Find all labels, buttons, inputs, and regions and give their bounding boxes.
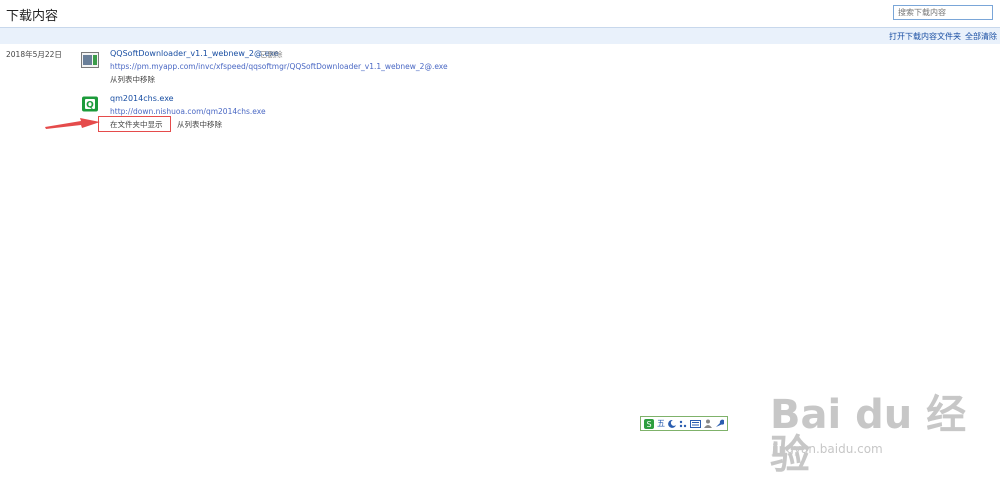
watermark-url: jingyan.baidu.com	[772, 442, 883, 456]
remove-from-list-link-2[interactable]: 从列表中移除	[177, 119, 222, 130]
date-label: 2018年5月22日	[6, 50, 62, 59]
user-icon[interactable]	[704, 419, 712, 428]
deleted-status: 已删除	[260, 50, 283, 59]
input-method-logo-icon: S	[644, 418, 654, 429]
svg-text:Q: Q	[86, 101, 94, 111]
toolbar: 打开下载内容文件夹 全部清除	[0, 28, 1000, 44]
wrench-icon[interactable]	[715, 419, 724, 428]
search-input[interactable]	[893, 5, 993, 20]
wubi-mode-label[interactable]: 五	[657, 418, 665, 429]
green-q-installer-icon: Q	[82, 96, 98, 112]
keyboard-icon[interactable]	[690, 419, 701, 428]
punctuation-icon[interactable]	[679, 420, 687, 428]
ime-toolbar[interactable]: S 五	[640, 416, 728, 431]
download-url-1[interactable]: https://pm.myapp.com/invc/xfspeed/qqsoft…	[110, 62, 448, 71]
annotation-arrow-icon	[45, 118, 100, 129]
download-url-2[interactable]: http://down.nishuoa.com/qm2014chs.exe	[110, 107, 266, 116]
header-bar: 下载内容	[0, 0, 1000, 28]
clear-all-link[interactable]: 全部清除	[965, 31, 997, 42]
watermark-logo-text: Bai du 经验	[770, 392, 967, 478]
open-download-folder-link[interactable]: 打开下载内容文件夹	[889, 31, 961, 42]
annotation-highlight-box	[98, 116, 171, 132]
download-filename-2[interactable]: qm2014chs.exe	[110, 94, 174, 103]
svg-text:S: S	[646, 420, 651, 429]
baidu-jingyan-watermark: Bai du 经验 jingyan.baidu.com	[770, 395, 1000, 475]
download-filename-1[interactable]: QQSoftDownloader_v1.1_webnew_2@.exe	[110, 49, 279, 58]
window-file-icon	[81, 52, 99, 68]
remove-from-list-link-1[interactable]: 从列表中移除	[110, 74, 155, 85]
moon-icon[interactable]	[668, 419, 676, 428]
page-title: 下载内容	[6, 9, 59, 24]
